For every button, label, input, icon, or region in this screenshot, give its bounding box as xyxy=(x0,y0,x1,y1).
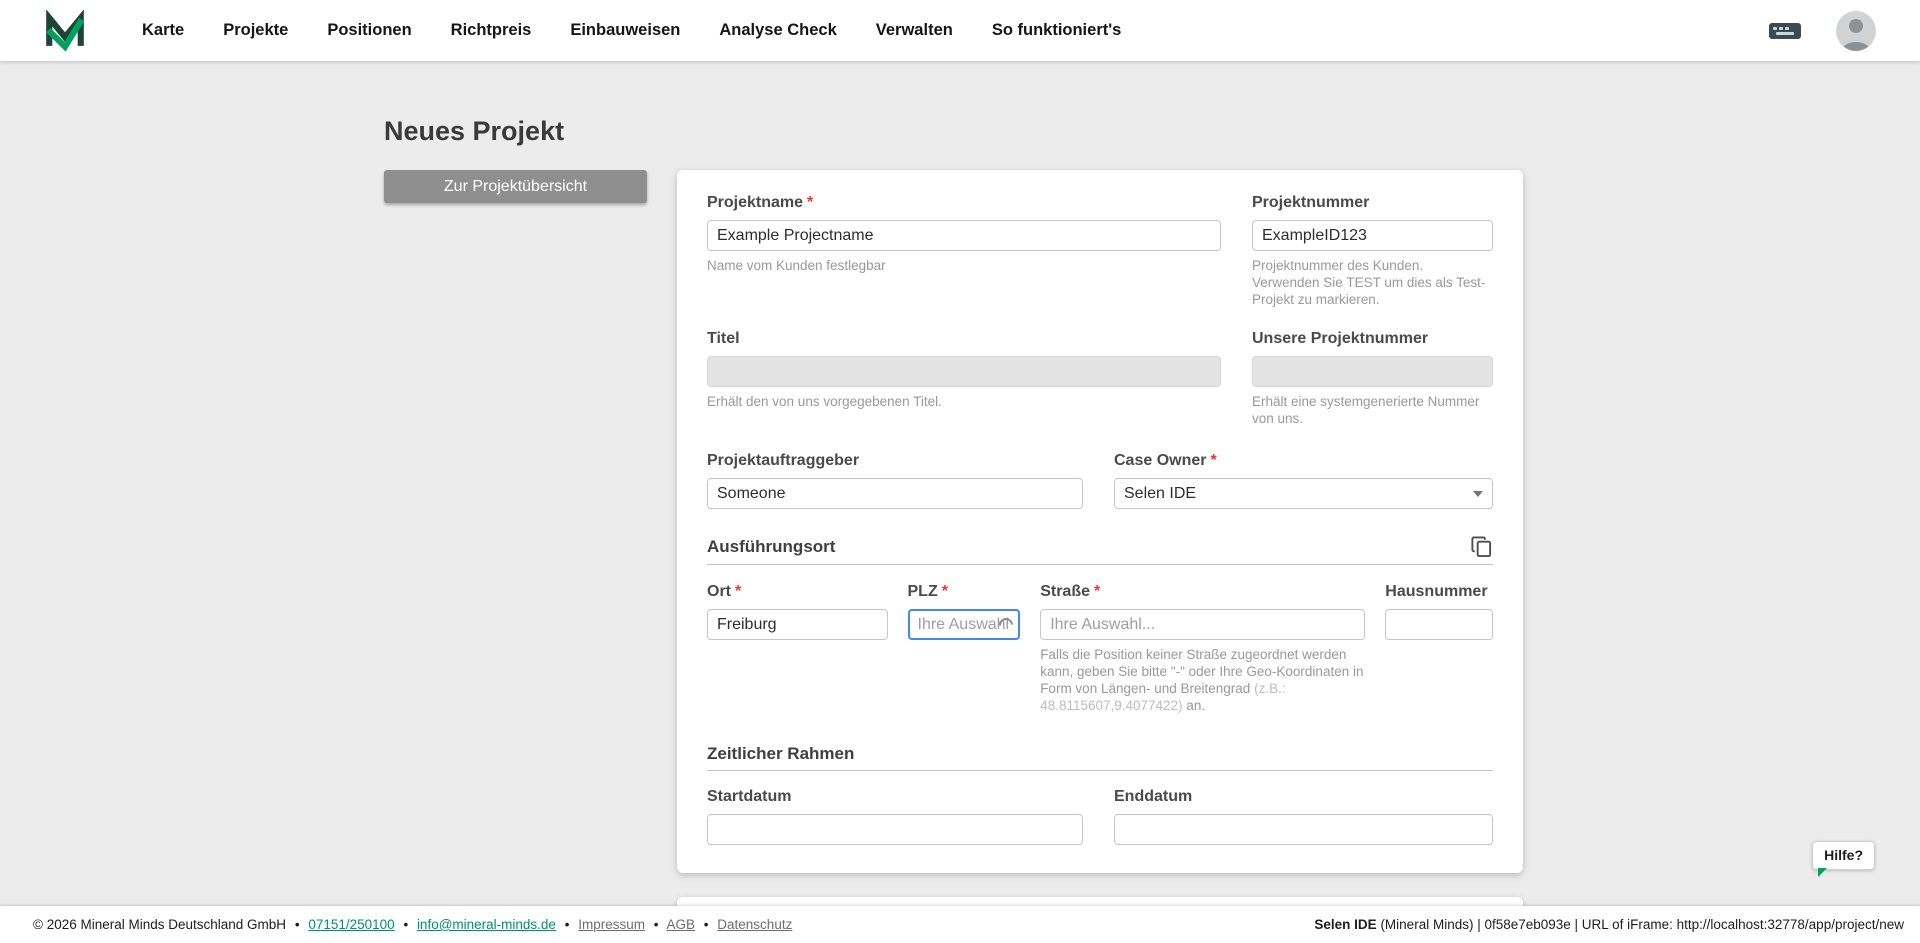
strasse-helper: Falls die Position keiner Straße zugeord… xyxy=(1040,647,1364,713)
copyright-text: © 2026 Mineral Minds Deutschland GmbH xyxy=(33,917,287,932)
navbar-right xyxy=(1768,10,1876,51)
required-asterisk: * xyxy=(735,583,742,600)
email-link[interactable]: info@mineral-minds.de xyxy=(417,917,556,932)
nav-item-so-funktionierts[interactable]: So funktioniert's xyxy=(992,21,1122,40)
hausnummer-label: Hausnummer xyxy=(1385,583,1488,600)
main-nav: Karte Projekte Positionen Richtpreis Ein… xyxy=(142,21,1121,40)
ort-label: Ort * xyxy=(707,583,742,600)
enddatum-label: Enddatum xyxy=(1114,788,1193,805)
enddatum-input[interactable] xyxy=(1114,814,1493,845)
projektauftraggeber-label: Projektauftraggeber xyxy=(707,452,860,469)
case-owner-label: Case Owner * xyxy=(1114,452,1217,469)
case-owner-value: Selen IDE xyxy=(1124,484,1197,502)
projektnummer-helper: Projektnummer des Kunden. Verwenden Sie … xyxy=(1252,258,1486,307)
ausfuehrungsort-section-header: Ausführungsort xyxy=(707,535,1493,565)
plz-field: PLZ * xyxy=(907,583,1021,714)
nav-item-analyse-check[interactable]: Analyse Check xyxy=(719,21,836,40)
projektnummer-field: Projektnummer Projektnummer des Kunden. … xyxy=(1252,194,1493,308)
nav-item-positionen[interactable]: Positionen xyxy=(327,21,411,40)
unsere-projektnummer-helper: Erhält eine systemgenerierte Nummer von … xyxy=(1252,394,1480,426)
unsere-projektnummer-field: Unsere Projektnummer Erhält eine systemg… xyxy=(1252,330,1493,427)
nav-item-karte[interactable]: Karte xyxy=(142,21,184,40)
hausnummer-field: Hausnummer xyxy=(1385,583,1493,714)
startdatum-input[interactable] xyxy=(707,814,1083,845)
copy-icon xyxy=(1471,536,1492,558)
server-icon[interactable] xyxy=(1768,19,1802,43)
plz-label: PLZ * xyxy=(907,583,948,600)
case-owner-select[interactable]: Selen IDE xyxy=(1114,478,1493,509)
required-asterisk: * xyxy=(1210,452,1217,469)
user-avatar[interactable] xyxy=(1836,10,1876,51)
top-navbar: Karte Projekte Positionen Richtpreis Ein… xyxy=(0,0,1920,61)
strasse-label: Straße * xyxy=(1040,583,1101,600)
titel-helper: Erhält den von uns vorgegebenen Titel. xyxy=(707,394,942,409)
projektname-input[interactable] xyxy=(707,220,1221,251)
footer-session-info: Selen IDE (Mineral Minds) | 0f58e7eb093e… xyxy=(1314,917,1904,932)
projektname-label: Projektname * xyxy=(707,194,814,211)
required-asterisk: * xyxy=(807,194,814,211)
copy-button[interactable] xyxy=(1470,535,1493,558)
projektname-helper: Name vom Kunden festlegbar xyxy=(707,258,886,273)
enddatum-field: Enddatum xyxy=(1114,788,1493,845)
ort-field: Ort * xyxy=(707,583,888,714)
nav-item-projekte[interactable]: Projekte xyxy=(223,21,288,40)
session-details: (Mineral Minds) | 0f58e7eb093e | URL of … xyxy=(1376,917,1904,932)
person-icon xyxy=(1842,18,1870,51)
startdatum-field: Startdatum xyxy=(707,788,1083,845)
new-project-form-card: Projektname* Name vom Kunden festlegbar … xyxy=(677,170,1523,873)
phone-link[interactable]: 07151/250100 xyxy=(308,917,394,932)
ort-input[interactable] xyxy=(707,609,888,640)
projektnummer-input[interactable] xyxy=(1252,220,1493,251)
projektname-field: Projektname* Name vom Kunden festlegbar xyxy=(707,194,1221,308)
help-button[interactable]: Hilfe? xyxy=(1812,841,1875,877)
case-owner-field: Case Owner * Selen IDE xyxy=(1114,452,1493,509)
hausnummer-input[interactable] xyxy=(1385,609,1493,640)
zeitlicher-rahmen-heading: Zeitlicher Rahmen xyxy=(707,744,855,763)
chevron-down-icon xyxy=(1473,490,1483,497)
ausfuehrungsort-heading: Ausführungsort xyxy=(707,536,836,556)
titel-field: Titel Erhält den von uns vorgegebenen Ti… xyxy=(707,330,1221,427)
footer: © 2026 Mineral Minds Deutschland GmbH • … xyxy=(0,906,1920,943)
strasse-input[interactable] xyxy=(1040,609,1366,640)
footer-left: © 2026 Mineral Minds Deutschland GmbH • … xyxy=(33,917,793,932)
datenschutz-link[interactable]: Datenschutz xyxy=(717,917,792,932)
required-asterisk: * xyxy=(941,583,948,600)
session-user: Selen IDE xyxy=(1314,917,1377,932)
back-to-project-overview-button[interactable]: Zur Projektübersicht xyxy=(384,170,647,203)
zeitlicher-rahmen-section-header: Zeitlicher Rahmen xyxy=(707,744,1493,771)
startdatum-label: Startdatum xyxy=(707,788,792,805)
titel-label: Titel xyxy=(707,330,740,347)
projektauftraggeber-input[interactable] xyxy=(707,478,1083,509)
titel-input xyxy=(707,356,1221,387)
agb-link[interactable]: AGB xyxy=(667,917,696,932)
unsere-projektnummer-input xyxy=(1252,356,1493,387)
required-asterisk: * xyxy=(1093,583,1101,600)
strasse-field: Straße* Falls die Position keiner Straße… xyxy=(1040,583,1366,714)
impressum-link[interactable]: Impressum xyxy=(578,917,645,932)
nav-item-verwalten[interactable]: Verwalten xyxy=(876,21,953,40)
projektauftraggeber-field: Projektauftraggeber xyxy=(707,452,1083,509)
projektnummer-label: Projektnummer xyxy=(1252,194,1370,211)
page-title: Neues Projekt xyxy=(384,116,565,146)
nav-item-richtpreis[interactable]: Richtpreis xyxy=(451,21,532,40)
mineral-minds-logo-icon[interactable] xyxy=(44,9,86,52)
unsere-projektnummer-label: Unsere Projektnummer xyxy=(1252,330,1429,347)
nav-item-einbauweisen[interactable]: Einbauweisen xyxy=(570,21,680,40)
